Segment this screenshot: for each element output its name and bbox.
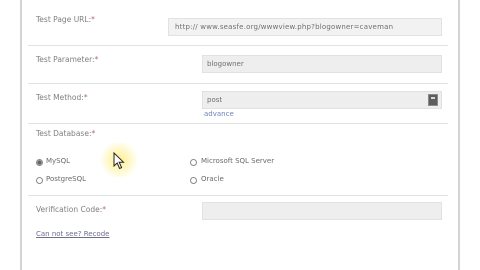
test-page-url-input[interactable]: http:// www.seasfe.org/wwwview.php?blogo… bbox=[168, 18, 442, 36]
row-divider bbox=[28, 123, 448, 124]
radio-mysql[interactable] bbox=[36, 159, 43, 166]
row-divider bbox=[28, 45, 448, 46]
verification-code-input[interactable] bbox=[202, 202, 442, 220]
radio-oracle[interactable] bbox=[190, 177, 197, 184]
test-page-url-label: Test Page URL:* bbox=[36, 15, 95, 24]
advance-link[interactable]: advance bbox=[204, 110, 234, 118]
dropdown-icon[interactable] bbox=[428, 94, 438, 106]
test-method-value: post bbox=[207, 96, 223, 104]
pointer-icon bbox=[113, 152, 125, 170]
test-parameter-input[interactable]: blogowner bbox=[202, 55, 442, 73]
radio-mssql[interactable] bbox=[190, 159, 197, 166]
radio-mysql-label: MySQL bbox=[46, 157, 71, 165]
row-divider bbox=[28, 195, 448, 196]
radio-postgresql-label: PostgreSQL bbox=[46, 175, 86, 183]
test-method-select[interactable]: post bbox=[202, 91, 442, 109]
radio-oracle-label: Oracle bbox=[201, 175, 224, 183]
radio-postgresql[interactable] bbox=[36, 177, 43, 184]
test-database-label: Test Database:* bbox=[36, 129, 96, 138]
recode-link[interactable]: Can not see? Recode bbox=[36, 230, 109, 238]
panel-right-border bbox=[458, 0, 460, 270]
verification-code-label: Verification Code:* bbox=[36, 205, 107, 214]
form-panel: Test Page URL:* http:// www.seasfe.org/w… bbox=[0, 0, 480, 270]
panel-left-border bbox=[20, 0, 22, 270]
radio-mssql-label: Microsoft SQL Server bbox=[201, 157, 275, 165]
test-parameter-label: Test Parameter:* bbox=[36, 55, 99, 64]
test-method-label: Test Method:* bbox=[36, 93, 88, 102]
row-divider bbox=[28, 83, 448, 84]
